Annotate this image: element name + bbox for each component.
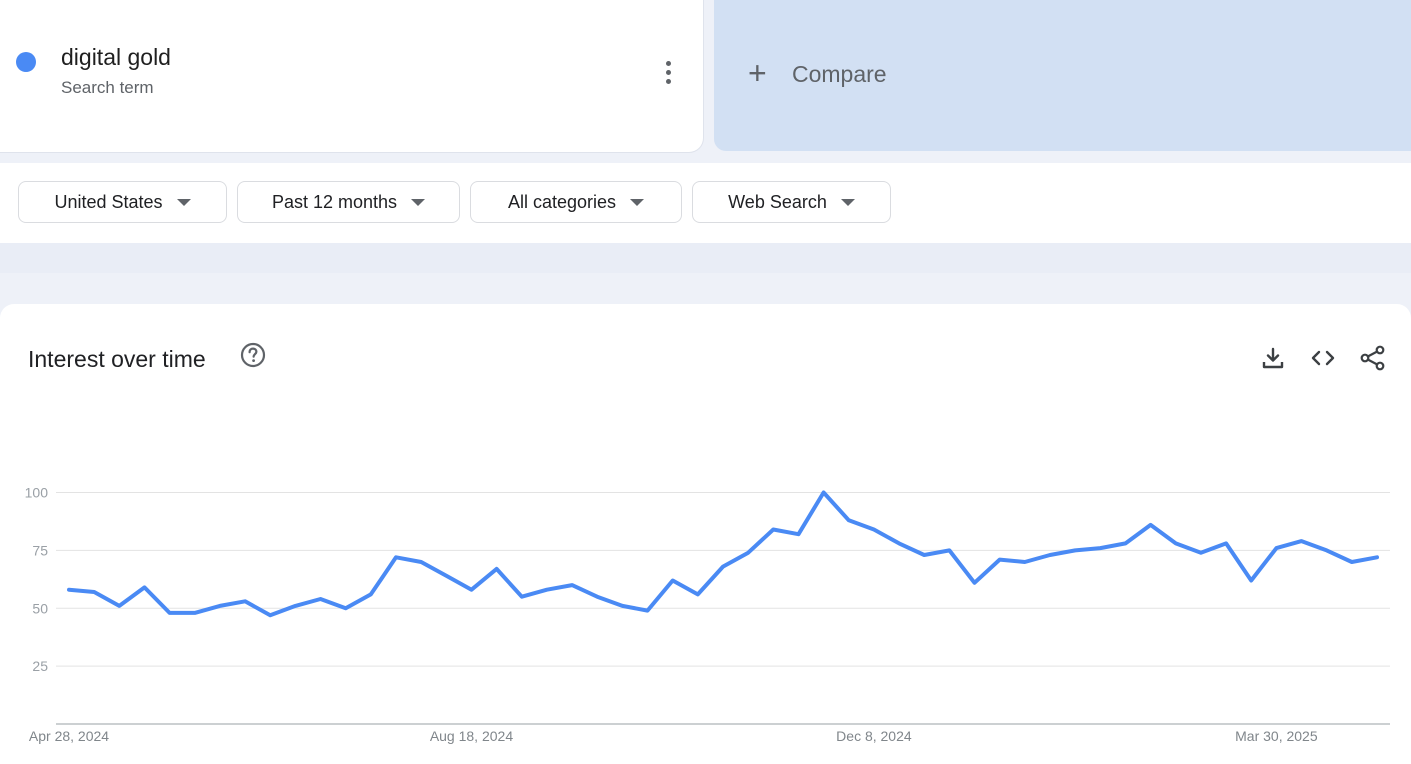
x-tick-label: Mar 30, 2025: [1235, 728, 1318, 744]
y-tick-label: 25: [32, 658, 48, 674]
x-tick-label: Dec 8, 2024: [836, 728, 912, 744]
y-tick-label: 100: [25, 485, 49, 501]
y-tick-label: 50: [32, 600, 48, 616]
series-line-digital-gold: [67, 490, 1379, 618]
x-tick-label: Apr 28, 2024: [29, 728, 109, 744]
y-tick-label: 75: [32, 542, 48, 558]
interest-over-time-chart: 25 50 75 100 Apr 28, 2024 Aug 18, 2024 Dec 8, …: [25, 485, 1390, 744]
x-tick-label: Aug 18, 2024: [430, 728, 514, 744]
